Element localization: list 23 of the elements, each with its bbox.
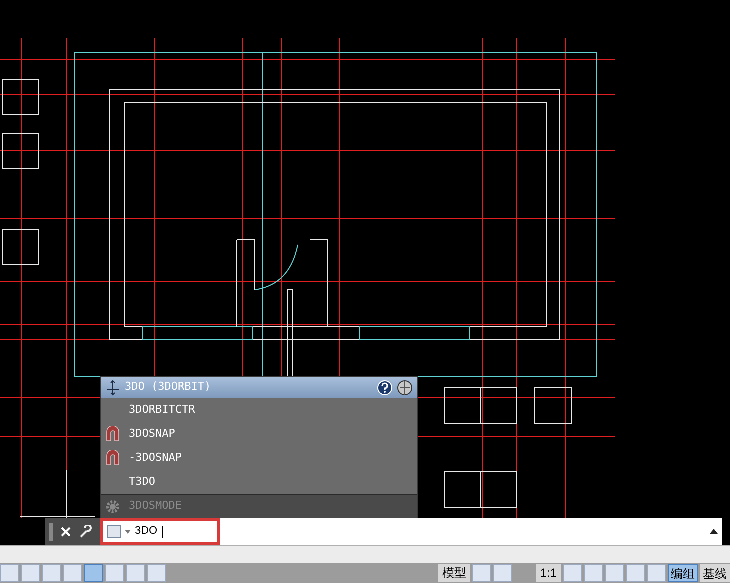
suggestion-item[interactable]: T3DO — [101, 470, 417, 494]
suggestion-item[interactable]: -3DOSNAP — [101, 446, 417, 470]
prompt-icon[interactable] — [107, 525, 121, 538]
popup-title: 3DO (3DORBIT) — [125, 379, 212, 396]
status-toggle[interactable]: 编组 — [668, 564, 698, 582]
orbit-icon — [105, 380, 121, 396]
magnet-icon — [105, 450, 121, 466]
globe-icon[interactable] — [397, 380, 413, 396]
caret-icon[interactable] — [125, 530, 131, 534]
wrench-icon[interactable] — [79, 524, 93, 538]
command-input-field[interactable]: 3DO — [100, 518, 220, 545]
suggestion-item[interactable]: 3DOSNAP — [101, 422, 417, 446]
help-icon[interactable] — [377, 380, 393, 396]
annotation-scale[interactable]: 1:1 — [536, 564, 561, 582]
gear-icon — [105, 498, 121, 514]
model-tab[interactable]: 模型 — [438, 564, 470, 582]
close-icon[interactable] — [61, 526, 71, 536]
suggestion-item[interactable]: 3DORBITCTR — [101, 398, 417, 422]
command-text: 3DO — [135, 524, 158, 540]
magnet-icon — [105, 426, 121, 442]
grip-icon[interactable] — [49, 522, 53, 540]
expand-up-icon[interactable] — [710, 529, 718, 534]
status-toggle[interactable]: 基线 — [700, 564, 730, 582]
